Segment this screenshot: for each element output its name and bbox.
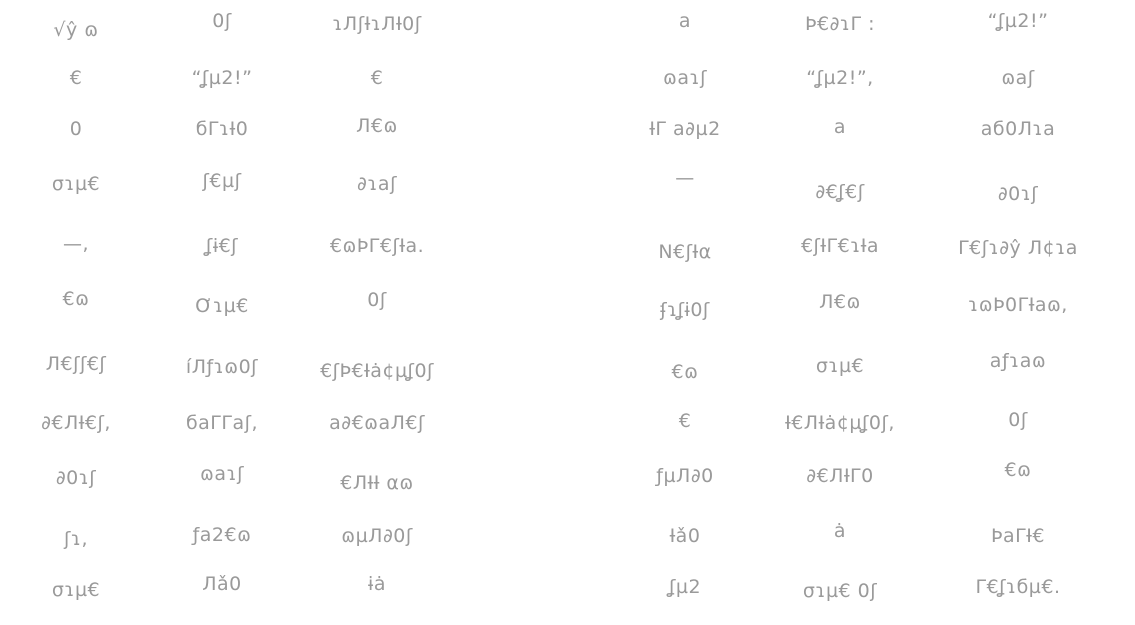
right-cell-r1-c0: ɷaɿʃ [663,67,707,89]
right-cell-r9-c2: ÞaΓƗ€ [991,525,1045,547]
right-cell-r3-c0: — [675,167,695,189]
left-cell-r7-c1: бaΓΓaʃ, [185,412,259,434]
left-cell-r0-c2: ɿЛʃƗɿЛƗ0ʃ [332,13,422,35]
right-cell-r0-c2: “ʆµ2!” [987,10,1049,32]
left-cell-r8-c1: ɷaɿʃ [200,463,244,485]
left-cell-r5-c1: Ơɿµ€ [195,295,249,317]
right-cell-r9-c1: ȧ [833,520,847,542]
right-cell-r9-c0: Ɨǎ0 [669,525,701,547]
right-cell-r6-c1: σɿµ€ [815,355,865,377]
right-cell-r5-c1: Л€ɷ [819,291,861,313]
left-cell-r1-c0: € [69,67,83,89]
right-cell-r4-c2: Γ€ʃɿ∂ŷ Л¢ɿa [958,237,1078,259]
left-cell-r8-c0: ∂0ɿʃ [55,467,97,489]
word-grid: √ŷ ɷ 0ʃ ɿЛʃƗɿЛƗ0ʃ € “ʆµ2!” €0 бΓɿƗ0 Л€ɷ σɿµ€ ʃ€µʃ… [0,0,1135,625]
left-cell-r6-c0: Л€ʃʃ€ʃ [45,353,107,375]
left-cell-r6-c1: íЛƒɿɷ0ʃ [185,356,259,378]
left-cell-r10-c2: ɨȧ [368,573,386,595]
left-cell-r1-c1: “ʆµ2!” [191,67,253,89]
left-cell-r7-c0: ∂€ЛƗ€ʃ, [41,412,111,434]
left-cell-r4-c0: —, [62,233,90,255]
left-cell-r5-c0: €ɷ [62,288,90,310]
right-cell-r10-c1: σɿµ€ 0ʃ [802,580,878,602]
left-cell-r3-c0: σɿµ€ [51,173,101,195]
right-cell-r6-c0: €ɷ [671,361,699,383]
right-cell-r2-c0: ƗΓ a∂µ2 [649,118,721,140]
left-cell-r0-c1: 0ʃ [212,10,232,32]
left-cell-r3-c2: ∂ɿaʃ [357,173,397,195]
right-cell-r4-c0: N€ʃƗα [658,241,712,263]
right-cell-r7-c0: € [678,410,692,432]
left-cell-r7-c2: a∂€ɷaЛ€ʃ [329,412,425,434]
right-cell-r3-c2: ∂0ɿʃ [997,183,1039,205]
right-cell-r10-c0: ʆµ2 [668,576,702,598]
left-cell-r0-c0: √ŷ ɷ [53,19,99,41]
right-cell-r2-c2: aб0Лɿa [980,118,1056,140]
left-cell-r2-c1: бΓɿƗ0 [195,118,249,140]
right-cell-r5-c0: ʄɿʆɨ0ʃ [660,299,710,321]
left-cell-r10-c0: σɿµ€ [51,579,101,601]
left-cell-r9-c0: ʃɿ, [64,528,88,550]
right-cell-r1-c1: “ʆµ2!”, [806,67,874,89]
left-cell-r3-c1: ʃ€µʃ [202,170,242,192]
right-cell-r0-c0: a [678,10,692,32]
left-cell-r5-c2: 0ʃ [367,289,387,311]
right-cell-r7-c2: 0ʃ [1008,409,1028,431]
left-cell-r9-c2: ɷµЛ∂0ʃ [341,525,413,547]
right-cell-r5-c2: ɿɷÞ0ΓƗaɷ, [968,294,1068,316]
left-cell-r2-c2: Л€ɷ [356,115,398,137]
left-cell-r9-c1: ƒa2€ɷ [192,524,252,546]
right-cell-r8-c0: ƒµЛ∂0 [656,465,714,487]
left-cell-r2-c0: 0 [69,118,83,140]
left-cell-r6-c2: €ʃÞ€Ɨȧ¢µʆ0ʃ [320,360,434,382]
right-cell-r6-c2: aƒɿaɷ [989,350,1047,372]
right-cell-r0-c1: Þ€∂ɿΓ : [804,13,876,35]
left-cell-r10-c1: Лǎ0 [202,573,242,595]
right-cell-r7-c1: Ɨ€ЛƗȧ¢µʆ0ʃ, [785,412,895,434]
right-cell-r2-c1: a [833,116,847,138]
right-cell-r3-c1: ∂€ʆ€ʃ [815,181,865,203]
right-cell-r8-c1: ∂€ЛƗΓ0 [806,465,874,487]
left-cell-r8-c2: €ЛƗƗ αɷ [340,472,414,494]
right-cell-r1-c2: ɷaʃ [1001,67,1035,89]
left-cell-r4-c1: ʆɨ€ʃ [205,235,239,257]
right-cell-r10-c2: Γ€ʆɿбµ€. [975,576,1061,598]
left-cell-r1-c2: € [370,67,384,89]
left-cell-r4-c2: €ɷÞΓ€ʃƗa. [329,235,425,257]
right-cell-r4-c1: €ʃƗΓ€ɿƗa [800,235,880,257]
right-cell-r8-c2: €ɷ [1004,459,1032,481]
